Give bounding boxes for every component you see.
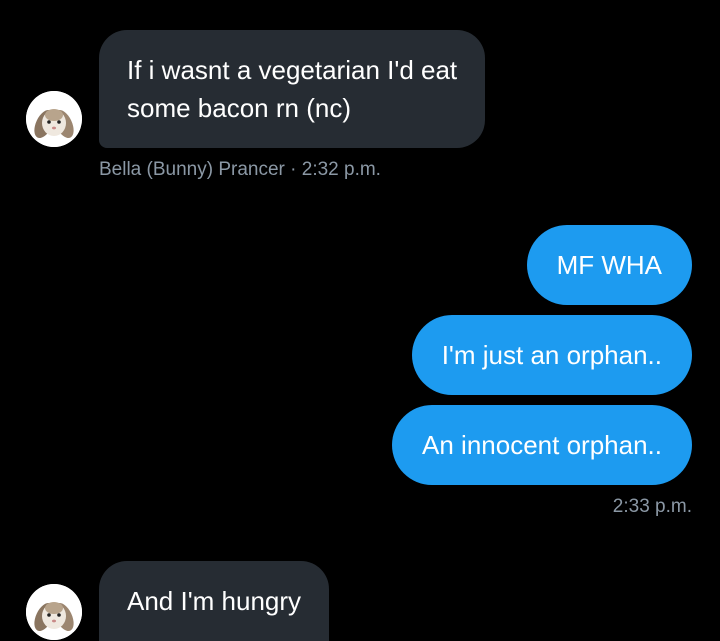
message-text: I'm just an orphan.. [441,340,662,370]
message-bubble-sent[interactable]: An innocent orphan.. [392,405,692,485]
message-bubble-received[interactable]: If i wasnt a vegetarian I'd eat some bac… [99,30,486,148]
message-text: And I'm hungry [127,586,302,616]
message-text: An innocent orphan.. [422,430,662,460]
message-sender-timestamp: Bella (Bunny) Prancer · 2:32 p.m. [99,159,381,180]
bunny-avatar-icon[interactable] [26,91,82,147]
message-text-line: If i wasnt a vegetarian I'd eat [127,55,458,85]
message-text: MF WHA [556,250,662,280]
bunny-avatar-icon[interactable] [26,584,82,640]
message-timestamp: 2:33 p.m. [612,496,692,517]
message-text-line: some bacon rn (nc) [127,93,351,123]
message-bubble-received[interactable]: And I'm hungry [99,561,330,641]
message-bubble-sent[interactable]: I'm just an orphan.. [411,315,692,395]
message-bubble-sent[interactable]: MF WHA [526,225,692,305]
